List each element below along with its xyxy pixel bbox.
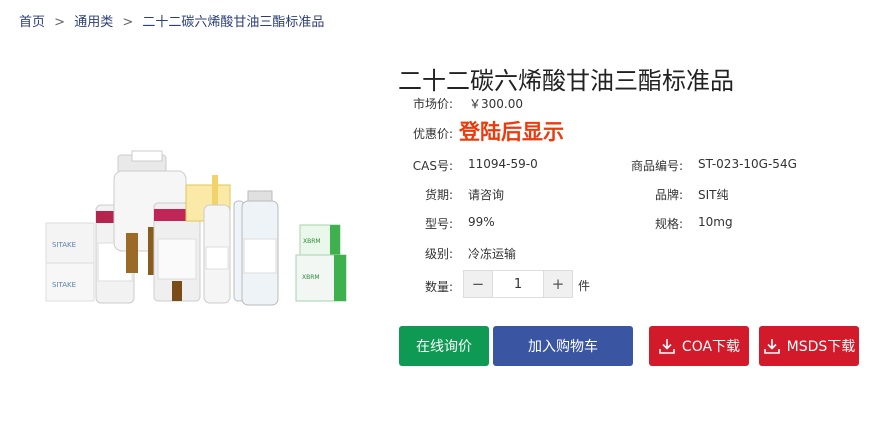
quantity-increase-button[interactable]: +: [544, 271, 572, 297]
market-price-label: 市场价:: [412, 97, 453, 111]
market-price-value: ￥300.00: [469, 97, 523, 111]
quantity-input[interactable]: [492, 271, 544, 297]
msds-download-button[interactable]: MSDS下载: [759, 326, 859, 366]
product-code-label: 商品编号:: [630, 159, 683, 173]
quantity-label: 数量:: [424, 280, 453, 294]
breadcrumb-separator: >: [54, 15, 66, 30]
cas-value: 11094-59-0: [468, 157, 538, 171]
svg-text:XBRM: XBRM: [302, 274, 320, 281]
promo-price-label: 优惠价:: [412, 127, 453, 141]
grade-label: 级别:: [424, 247, 453, 261]
model-label: 型号:: [424, 217, 453, 231]
brand-label: 品牌:: [654, 188, 683, 202]
spec-value: 10mg: [698, 215, 733, 229]
brand-logo-left: SITAKE: [52, 241, 76, 249]
coa-download-button[interactable]: COA下载: [649, 326, 749, 366]
msds-download-label: MSDS下载: [786, 339, 856, 355]
product-image: SITAKE SITAKE XBRM XBRM: [45, 150, 347, 306]
brand-value: SIT纯: [698, 188, 729, 202]
svg-text:SITAKE: SITAKE: [52, 281, 76, 289]
breadcrumb-category-link[interactable]: 通用类: [74, 15, 113, 30]
model-value: 99%: [468, 215, 495, 229]
breadcrumb: 首页 > 通用类 > 二十二碳六烯酸甘油三酯标准品: [19, 11, 324, 30]
grade-value: 冷冻运输: [468, 247, 517, 261]
breadcrumb-separator: >: [122, 15, 134, 30]
promo-price-value: 登陆后显示: [459, 120, 564, 144]
brand-logo-right: XBRM: [303, 238, 321, 245]
add-to-cart-button[interactable]: 加入购物车: [493, 326, 633, 366]
product-code-value: ST-023-10G-54G: [698, 157, 797, 171]
quantity-stepper: − +: [463, 270, 573, 298]
delivery-label: 货期:: [424, 188, 453, 202]
download-icon: [659, 339, 675, 354]
product-title: 二十二碳六烯酸甘油三酯标准品: [398, 67, 734, 96]
breadcrumb-current[interactable]: 二十二碳六烯酸甘油三酯标准品: [142, 15, 324, 30]
cas-label: CAS号:: [412, 159, 453, 173]
online-inquiry-label: 在线询价: [416, 339, 472, 355]
spec-label: 规格:: [654, 217, 683, 231]
coa-download-label: COA下载: [681, 339, 741, 355]
quantity-unit: 件: [578, 279, 591, 293]
delivery-value: 请咨询: [468, 188, 505, 202]
quantity-decrease-button[interactable]: −: [464, 271, 492, 297]
breadcrumb-home-link[interactable]: 首页: [19, 15, 45, 30]
download-icon: [763, 339, 780, 354]
online-inquiry-button[interactable]: 在线询价: [399, 326, 489, 366]
add-to-cart-label: 加入购物车: [528, 339, 598, 355]
